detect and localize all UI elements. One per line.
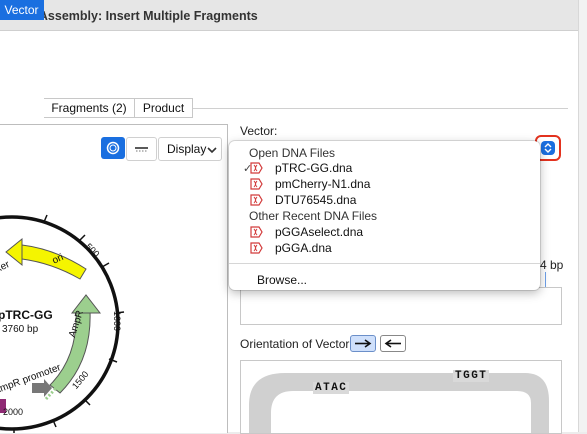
sequence-overhang-right: TGGT bbox=[453, 370, 490, 382]
tab-fragments[interactable]: Fragments (2) bbox=[44, 98, 135, 118]
dialog-window: n Gate Assembly: Insert Multiple Fragmen… bbox=[0, 0, 587, 434]
left-feature-label: ker bbox=[0, 259, 12, 275]
menu-item-pmcherry-n1[interactable]: pmCherry-N1.dna bbox=[275, 177, 370, 191]
dna-file-icon bbox=[250, 178, 263, 190]
tab-divider bbox=[193, 108, 568, 109]
menu-item-dtu76545[interactable]: DTU76545.dna bbox=[275, 193, 356, 207]
circular-sequence-graphic bbox=[249, 373, 549, 433]
orientation-label: Orientation of Vector: bbox=[240, 337, 353, 351]
menu-item-ptrc-gg[interactable]: pTRC-GG.dna bbox=[275, 161, 352, 175]
dna-file-icon bbox=[250, 162, 263, 174]
linear-view-button[interactable] bbox=[126, 137, 157, 161]
window-edge bbox=[578, 0, 587, 432]
tab-vector-label: Vector bbox=[4, 3, 39, 17]
tab-product-label: Product bbox=[142, 101, 185, 115]
arrow-left-icon bbox=[384, 339, 401, 348]
linear-view-icon bbox=[135, 147, 148, 152]
ori-arrowhead bbox=[5, 237, 23, 267]
tab-vector[interactable]: Vector bbox=[0, 0, 44, 20]
tick-500: 500 bbox=[84, 241, 102, 259]
menu-item-pgga[interactable]: pGGA.dna bbox=[275, 241, 332, 255]
browse-menu-item[interactable]: Browse... bbox=[257, 273, 307, 287]
menu-separator bbox=[229, 263, 540, 264]
tab-product[interactable]: Product bbox=[135, 98, 193, 118]
map-size: 3760 bp bbox=[2, 324, 39, 335]
dna-file-icon bbox=[250, 242, 263, 254]
orientation-forward-button[interactable] bbox=[350, 335, 376, 352]
vector-dropdown-menu: Open DNA Files ✓ pTRC-GG.dna pmCherry-N1… bbox=[229, 141, 540, 290]
map-name: pTRC-GG bbox=[0, 308, 53, 322]
vector-info-box bbox=[240, 287, 562, 325]
arrow-right-icon bbox=[355, 339, 372, 348]
length-readout: 4 bp bbox=[540, 258, 564, 272]
recent-files-header: Other Recent DNA Files bbox=[249, 209, 378, 223]
up-down-chevron-icon bbox=[544, 143, 552, 153]
promoter-label: AmpR promoter bbox=[0, 362, 63, 397]
circular-view-button[interactable] bbox=[101, 137, 125, 159]
tick-1000: 1000 bbox=[112, 311, 122, 331]
tab-fragments-label: Fragments (2) bbox=[51, 101, 127, 115]
plasmid-map: pTRC-GG 3760 bp ori AmpR AmpR promoter k… bbox=[0, 214, 125, 433]
sequence-preview: TGGT ATAC bbox=[240, 360, 562, 434]
circle-view-icon bbox=[106, 141, 120, 155]
display-label: Display bbox=[167, 142, 207, 156]
chevron-down-icon bbox=[207, 147, 217, 154]
open-files-header: Open DNA Files bbox=[249, 146, 336, 160]
title-bar: n Gate Assembly: Insert Multiple Fragmen… bbox=[0, 0, 587, 31]
sequence-overhang-left: ATAC bbox=[313, 382, 350, 394]
vector-label: Vector: bbox=[240, 124, 278, 138]
orientation-reverse-button[interactable] bbox=[380, 335, 406, 352]
display-dropdown[interactable]: Display bbox=[158, 137, 222, 161]
tick-2000: 2000 bbox=[3, 407, 23, 417]
dna-file-icon bbox=[250, 194, 263, 206]
dna-file-icon bbox=[250, 226, 263, 238]
menu-item-pggaselect[interactable]: pGGAselect.dna bbox=[275, 225, 363, 239]
plasmid-map-panel[interactable]: pTRC-GG 3760 bp ori AmpR AmpR promoter k… bbox=[0, 124, 228, 433]
